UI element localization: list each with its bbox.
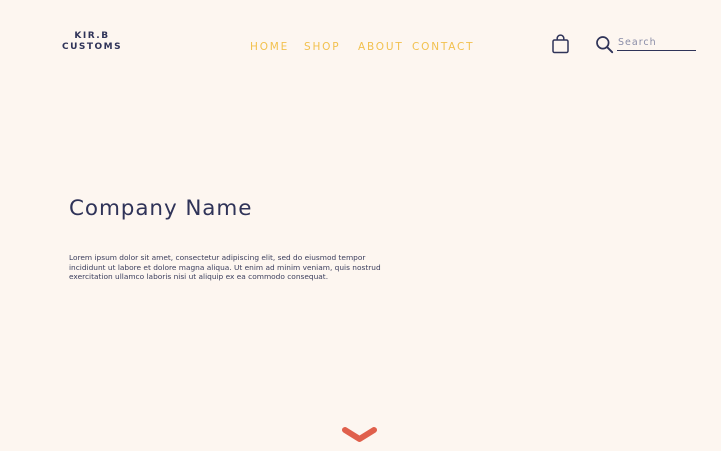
page-title: Company Name	[69, 196, 253, 221]
brand-line-2: CUSTOMS	[62, 42, 123, 52]
nav-item-about[interactable]: ABOUT	[358, 41, 404, 53]
brand-logo[interactable]: KIR.B CUSTOMS	[62, 31, 122, 53]
search-input[interactable]	[617, 35, 696, 51]
intro-line-3: exercitation ullamco laboris nisi ut ali…	[69, 272, 329, 282]
nav-item-contact[interactable]: CONTACT	[412, 41, 474, 53]
intro-line-2: incididunt ut labore et dolore magna ali…	[69, 262, 381, 272]
shopping-bag-icon[interactable]	[551, 34, 570, 54]
search-icon[interactable]	[595, 35, 614, 54]
intro-paragraph: Lorem ipsum dolor sit amet, consectetur …	[69, 253, 419, 282]
nav-item-shop[interactable]: SHOP	[304, 41, 340, 53]
chevron-down-icon[interactable]	[341, 425, 378, 443]
nav-item-home[interactable]: HOME	[250, 41, 289, 53]
brand-line-1: KIR.B	[74, 31, 110, 41]
intro-line-1: Lorem ipsum dolor sit amet, consectetur …	[69, 253, 366, 262]
